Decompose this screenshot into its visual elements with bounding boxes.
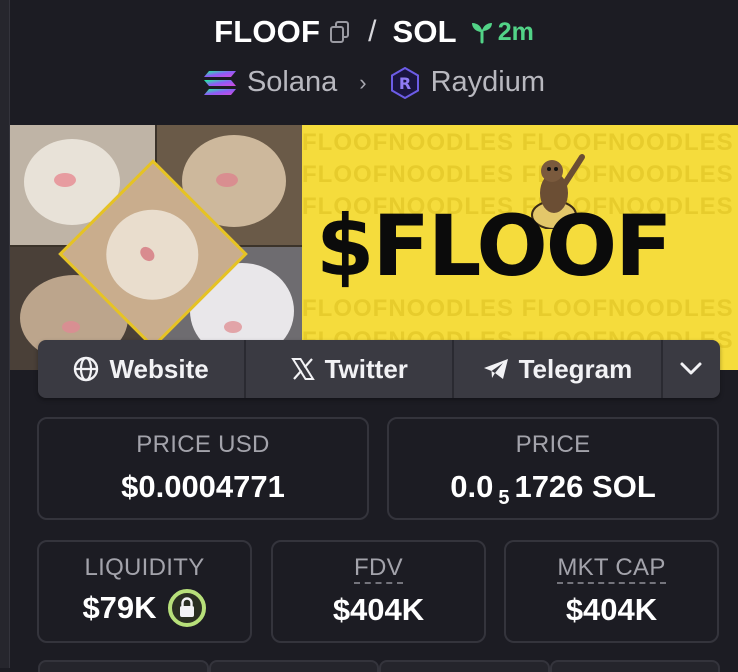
solana-icon <box>203 70 236 95</box>
stat-tab[interactable] <box>379 660 550 672</box>
copy-icon[interactable] <box>328 20 352 44</box>
token-header: FLOOF / SOL 2m Solana › R Raydium <box>10 0 738 122</box>
ferret-collage <box>10 125 302 370</box>
liquidity-label: LIQUIDITY <box>84 554 205 581</box>
website-label: Website <box>109 353 209 384</box>
price-usd-value: $0.0004771 <box>121 469 285 504</box>
stat-tab[interactable] <box>208 660 379 672</box>
more-links-button[interactable] <box>663 340 720 398</box>
price-native-value: 0.0 5 1726 SOL <box>389 469 717 509</box>
pair-title-row: FLOOF / SOL 2m <box>10 14 738 50</box>
banner-watermark: FLOOFNOODLES FLOOFNOODLES FLOOFNOODLES F… <box>302 129 738 156</box>
token-banner: FLOOFNOODLES FLOOFNOODLES FLOOFNOODLES F… <box>10 125 738 370</box>
twitter-link[interactable]: Twitter <box>246 340 455 398</box>
svg-text:R: R <box>398 74 410 93</box>
dex-name[interactable]: Raydium <box>431 66 545 99</box>
raydium-icon: R <box>390 66 419 99</box>
twitter-label: Twitter <box>324 353 408 384</box>
lower-stats-row <box>38 660 720 672</box>
pair-age-badge: 2m <box>469 18 534 47</box>
fdv-label: FDV <box>354 554 403 584</box>
quote-symbol: SOL <box>392 14 457 49</box>
price-native-label: PRICE <box>515 431 591 458</box>
liquidity-card: LIQUIDITY $79K <box>37 540 252 643</box>
chain-breadcrumb: Solana › R Raydium <box>10 66 738 99</box>
liquidity-value: $79K <box>82 590 157 625</box>
left-rail <box>0 0 10 668</box>
token-symbol: FLOOF <box>214 14 321 49</box>
fdv-card: FDV $404K <box>271 540 486 643</box>
price-usd-card: PRICE USD $0.0004771 <box>37 417 369 520</box>
pair-age: 2m <box>497 17 534 46</box>
banner-watermark: FLOOFNOODLES FLOOFNOODLES FLOOFNOODLES F… <box>302 295 738 322</box>
price-native-card: PRICE 0.0 5 1726 SOL <box>387 417 719 520</box>
sprout-icon <box>471 23 492 44</box>
banner-ticker: $FLOOF <box>316 197 673 295</box>
banner-watermark: FLOOFNOODLES FLOOFNOODLES FLOOFNOODLES F… <box>302 161 738 188</box>
price-native-zero-count: 5 <box>498 487 510 509</box>
social-links-bar: Website Twitter Telegram <box>38 340 720 398</box>
market-cap-label: MKT CAP <box>557 554 666 584</box>
stat-tab[interactable] <box>38 660 209 672</box>
price-native-prefix: 0.0 <box>450 469 494 504</box>
telegram-link[interactable]: Telegram <box>454 340 663 398</box>
market-cap-value: $404K <box>565 592 658 627</box>
pair-separator: / <box>368 15 377 48</box>
website-link[interactable]: Website <box>38 340 247 398</box>
globe-icon <box>74 356 99 382</box>
lock-icon[interactable] <box>167 588 207 628</box>
price-native-rest: 1726 SOL <box>514 469 656 504</box>
fdv-value: $404K <box>332 592 425 627</box>
market-cap-card: MKT CAP $404K <box>504 540 719 643</box>
price-usd-label: PRICE USD <box>136 431 270 458</box>
telegram-label: Telegram <box>518 353 633 384</box>
x-logo-icon <box>290 358 315 380</box>
stat-tab[interactable] <box>549 660 720 672</box>
chevron-right-icon: › <box>359 69 367 95</box>
liquidity-value-row: $79K <box>39 588 250 628</box>
chain-name[interactable]: Solana <box>247 66 337 99</box>
telegram-icon <box>483 359 508 379</box>
chevron-down-icon <box>680 362 702 375</box>
